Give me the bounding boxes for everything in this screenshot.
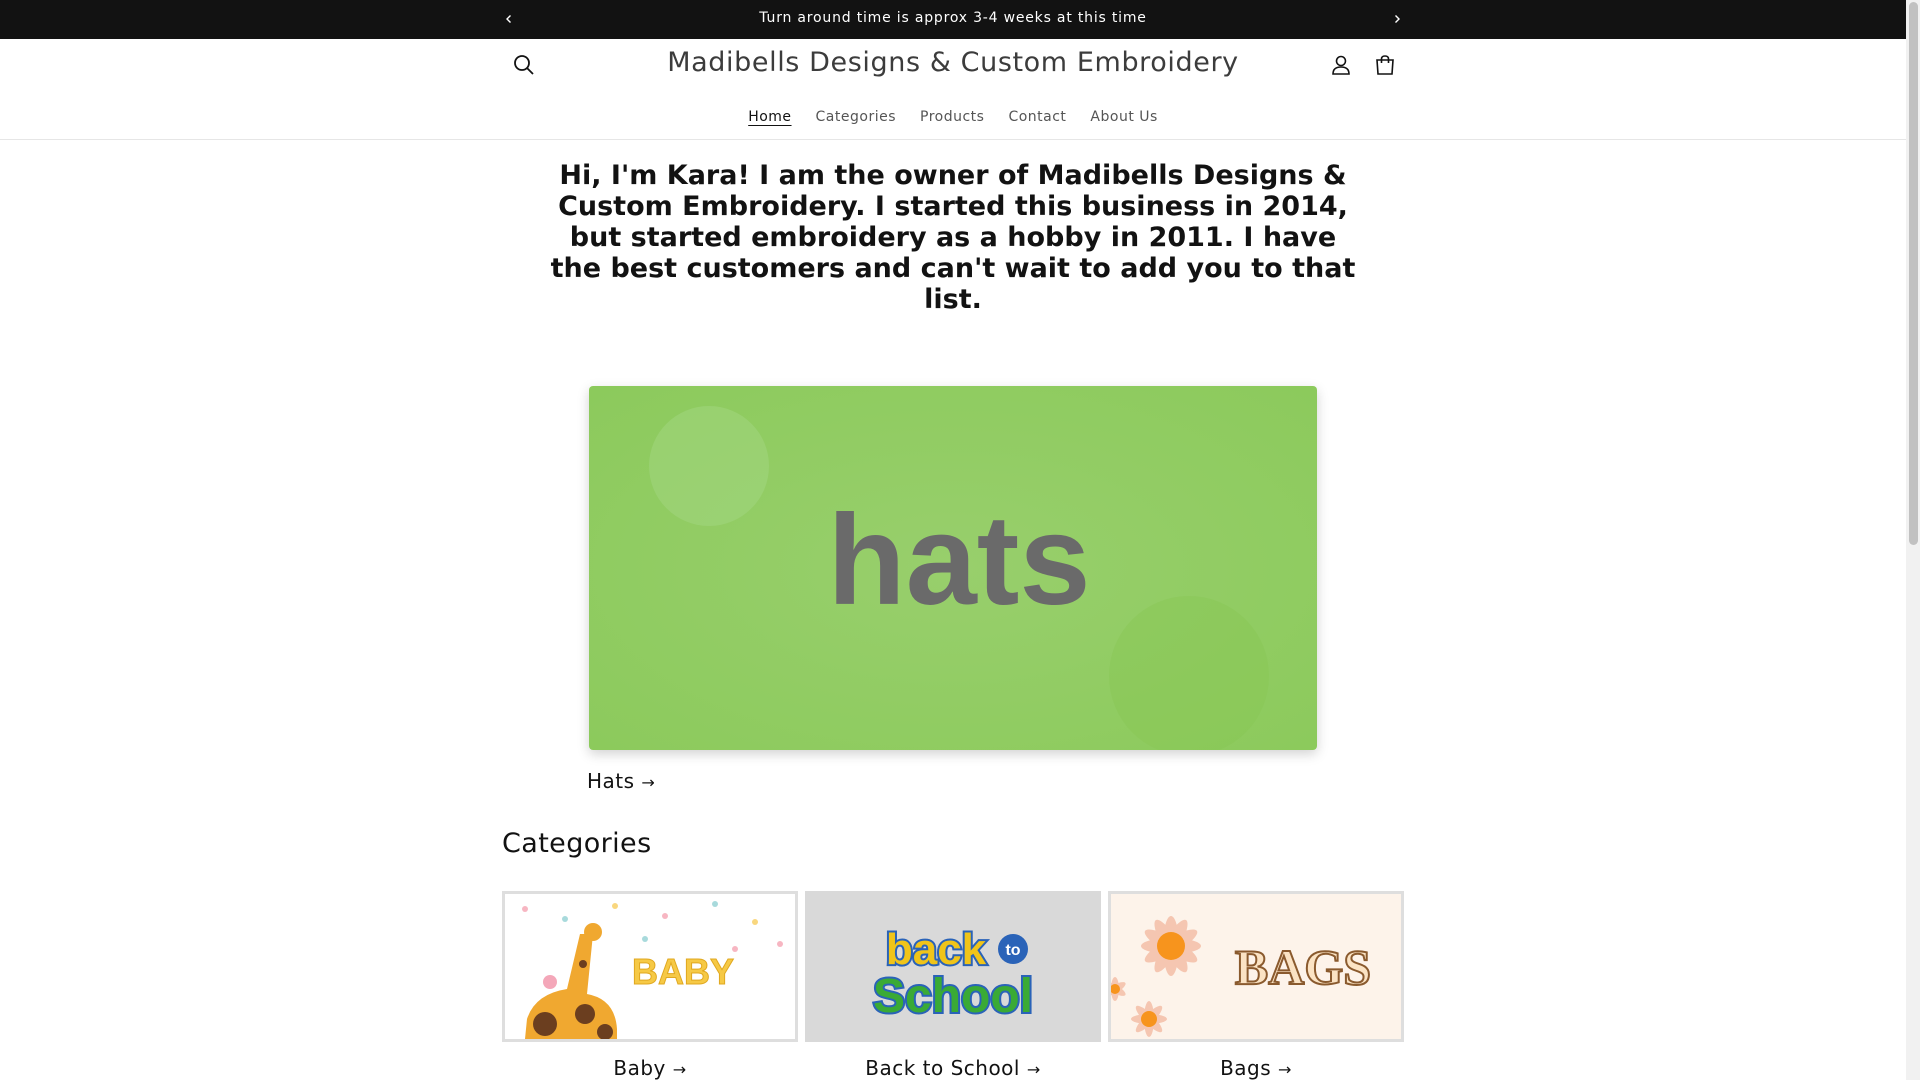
nav-item-contact[interactable]: Contact	[1008, 109, 1066, 125]
scrollbar-thumb[interactable]	[1909, 2, 1918, 545]
confetti-dot	[662, 913, 668, 919]
site-header: Madibells Designs & Custom Embroidery Ho…	[0, 39, 1906, 140]
confetti-dot	[522, 906, 528, 912]
category-link-back-to-school[interactable]: Back to School →	[805, 1056, 1101, 1080]
bags-image-text: BAGS	[1235, 939, 1371, 995]
arrow-right-icon: →	[672, 1060, 687, 1079]
confetti-dot	[752, 919, 758, 925]
hats-image-text: hats	[827, 489, 1090, 632]
store-name[interactable]: Madibells Designs & Custom Embroidery	[0, 47, 1906, 78]
nav-item-categories[interactable]: Categories	[816, 109, 896, 125]
categories-section-title: Categories	[502, 828, 652, 859]
confetti-dot	[642, 936, 648, 942]
cart-icon	[1376, 55, 1394, 75]
confetti-dot	[712, 901, 718, 907]
next-announcement-button[interactable]	[1385, 7, 1409, 31]
account-icon	[1332, 55, 1350, 75]
intro-heading: Hi, I'm Kara! I am the owner of Madibell…	[550, 160, 1356, 315]
main-navigation: Home Categories Products Contact About U…	[0, 109, 1906, 125]
confetti-dot	[562, 916, 568, 922]
confetti-dot	[777, 941, 783, 947]
back-to-school-text-school: School	[873, 970, 1033, 1023]
giraffe-spot	[579, 960, 587, 968]
category-link-bags[interactable]: Bags →	[1108, 1056, 1404, 1080]
category-label-baby: Baby	[613, 1056, 666, 1080]
nav-item-about-us[interactable]: About Us	[1090, 109, 1157, 125]
account-button[interactable]	[1323, 47, 1359, 83]
back-to-school-text-back: back	[886, 925, 987, 974]
bird-illustration	[543, 975, 557, 989]
nav-item-home[interactable]: Home	[748, 109, 791, 125]
giraffe-spot	[533, 1012, 557, 1036]
arrow-right-icon: →	[1278, 1060, 1292, 1079]
giraffe-spot	[575, 1004, 595, 1024]
page-scrollbar[interactable]	[1906, 0, 1920, 1080]
cart-button[interactable]	[1367, 47, 1403, 83]
giraffe-head	[584, 923, 602, 941]
category-card-baby[interactable]: BABY	[502, 891, 798, 1042]
arrow-right-icon: →	[1026, 1060, 1041, 1079]
texture-blob	[649, 406, 769, 526]
hats-link-label: Hats	[587, 769, 635, 793]
texture-blob	[1109, 596, 1269, 750]
baby-image-text: BABY	[632, 951, 734, 992]
hats-collection-link[interactable]: Hats →	[587, 769, 655, 793]
back-to-school-text-to: to	[1005, 942, 1020, 959]
daisy-illustration	[1131, 1001, 1167, 1037]
category-label-bags: Bags	[1220, 1056, 1272, 1080]
chevron-right-icon	[1395, 15, 1400, 23]
announcement-bar: Turn around time is approx 3-4 weeks at …	[0, 0, 1906, 39]
confetti-dot	[612, 903, 618, 909]
category-link-baby[interactable]: Baby →	[502, 1056, 798, 1080]
category-label-back-to-school: Back to School	[865, 1056, 1020, 1080]
category-card-back-to-school[interactable]: back to School	[805, 891, 1101, 1042]
announcement-text: Turn around time is approx 3-4 weeks at …	[759, 10, 1147, 26]
arrow-right-icon: →	[641, 773, 656, 792]
category-card-bags[interactable]: BAGS	[1108, 891, 1404, 1042]
hats-collection-image[interactable]: hats	[589, 386, 1317, 750]
nav-item-products[interactable]: Products	[920, 109, 984, 125]
